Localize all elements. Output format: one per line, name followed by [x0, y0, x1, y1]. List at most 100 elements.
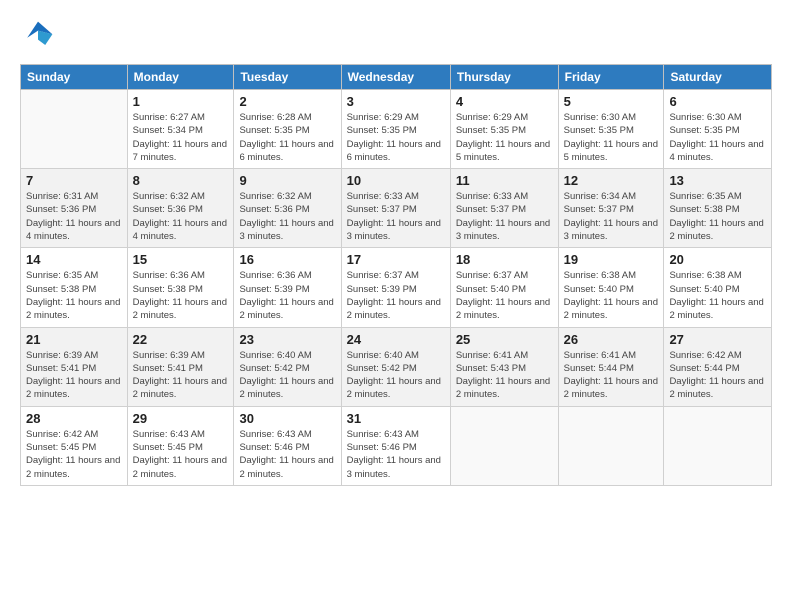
week-row-4: 21Sunrise: 6:39 AMSunset: 5:41 PMDayligh… — [21, 327, 772, 406]
col-header-tuesday: Tuesday — [234, 65, 341, 90]
day-info: Sunrise: 6:39 AMSunset: 5:41 PMDaylight:… — [133, 349, 229, 402]
sunrise-label: Sunrise: 6:40 AM — [239, 350, 311, 361]
daylight-label: Daylight: 11 hours and 2 minutes. — [133, 376, 227, 400]
header — [20, 18, 772, 54]
day-info: Sunrise: 6:34 AMSunset: 5:37 PMDaylight:… — [564, 190, 659, 243]
day-info: Sunrise: 6:40 AMSunset: 5:42 PMDaylight:… — [239, 349, 335, 402]
day-number: 18 — [456, 252, 553, 267]
day-number: 10 — [347, 173, 445, 188]
calendar-cell: 3 Sunrise: 6:29 AMSunset: 5:35 PMDaylight… — [341, 90, 450, 169]
sunset-label: Sunset: 5:45 PM — [133, 442, 203, 453]
calendar-cell: 7Sunrise: 6:31 AMSunset: 5:36 PMDaylight… — [21, 169, 128, 248]
sunrise-label: Sunrise: 6:28 AM — [239, 112, 311, 123]
day-info: Sunrise: 6:38 AMSunset: 5:40 PMDaylight:… — [669, 269, 766, 322]
sunrise-label: Sunrise: 6:42 AM — [26, 429, 98, 440]
sunset-label: Sunset: 5:46 PM — [239, 442, 309, 453]
sunrise-label: Sunrise: 6:32 AM — [239, 191, 311, 202]
calendar-cell: 27Sunrise: 6:42 AMSunset: 5:44 PMDayligh… — [664, 327, 772, 406]
sunrise-label: Sunrise: 6:38 AM — [669, 270, 741, 281]
sunrise-label: Sunrise: 6:39 AM — [133, 350, 205, 361]
calendar-cell: 15Sunrise: 6:36 AMSunset: 5:38 PMDayligh… — [127, 248, 234, 327]
col-header-thursday: Thursday — [450, 65, 558, 90]
calendar-header-row: SundayMondayTuesdayWednesdayThursdayFrid… — [21, 65, 772, 90]
day-info: Sunrise: 6:36 AMSunset: 5:39 PMDaylight:… — [239, 269, 335, 322]
day-number: 6 — [669, 94, 766, 109]
day-info: Sunrise: 6:33 AMSunset: 5:37 PMDaylight:… — [347, 190, 445, 243]
daylight-label: Daylight: 11 hours and 2 minutes. — [564, 297, 658, 321]
calendar-cell — [664, 406, 772, 485]
day-number: 23 — [239, 332, 335, 347]
sunset-label: Sunset: 5:37 PM — [564, 204, 634, 215]
calendar-cell: 30Sunrise: 6:43 AMSunset: 5:46 PMDayligh… — [234, 406, 341, 485]
calendar-cell: 22Sunrise: 6:39 AMSunset: 5:41 PMDayligh… — [127, 327, 234, 406]
calendar-cell: 2 Sunrise: 6:28 AM Sunset: 5:35 PM Daylight… — [234, 90, 341, 169]
sunset-label: Sunset: 5:42 PM — [239, 363, 309, 374]
sunrise-label: Sunrise: 6:37 AM — [456, 270, 528, 281]
sunrise-label: Sunrise: 6:34 AM — [564, 191, 636, 202]
sunrise-label: Sunrise: 6:38 AM — [564, 270, 636, 281]
page: SundayMondayTuesdayWednesdayThursdayFrid… — [0, 0, 792, 612]
day-info: Sunrise: 6:42 AM Sunset: 5:45 PM Daylight:… — [26, 428, 122, 481]
sunset-label: Sunset: 5:35 PM — [239, 125, 309, 136]
day-info: Sunrise: 6:29 AMSunset: 5:35 PMDaylight:… — [347, 111, 445, 164]
day-number: 19 — [564, 252, 659, 267]
col-header-wednesday: Wednesday — [341, 65, 450, 90]
sunset-label: Sunset: 5:38 PM — [669, 204, 739, 215]
day-info: Sunrise: 6:32 AMSunset: 5:36 PMDaylight:… — [239, 190, 335, 243]
day-number: 12 — [564, 173, 659, 188]
day-number: 27 — [669, 332, 766, 347]
sunrise-label: Sunrise: 6:35 AM — [669, 191, 741, 202]
sunrise-label: Sunrise: 6:43 AM — [347, 429, 419, 440]
calendar-cell: 1Sunrise: 6:27 AMSunset: 5:34 PMDaylight… — [127, 90, 234, 169]
calendar-cell: 23Sunrise: 6:40 AMSunset: 5:42 PMDayligh… — [234, 327, 341, 406]
day-number: 20 — [669, 252, 766, 267]
daylight-label: Daylight: 11 hours and 2 minutes. — [26, 455, 120, 479]
sunrise-label: Sunrise: 6:43 AM — [239, 429, 311, 440]
sunrise-label: Sunrise: 6:27 AM — [133, 112, 205, 123]
sunset-label: Sunset: 5:37 PM — [456, 204, 526, 215]
day-number: 24 — [347, 332, 445, 347]
day-info: Sunrise: 6:30 AMSunset: 5:35 PMDaylight:… — [564, 111, 659, 164]
sunset-label: Sunset: 5:45 PM — [26, 442, 96, 453]
sunset-label: Sunset: 5:35 PM — [669, 125, 739, 136]
sunset-label: Sunset: 5:38 PM — [133, 284, 203, 295]
calendar-cell — [21, 90, 128, 169]
day-number: 9 — [239, 173, 335, 188]
sunset-label: Sunset: 5:36 PM — [26, 204, 96, 215]
sunrise-label: Sunrise: 6:40 AM — [347, 350, 419, 361]
col-header-monday: Monday — [127, 65, 234, 90]
week-row-5: 28 Sunrise: 6:42 AM Sunset: 5:45 PM Dayligh… — [21, 406, 772, 485]
sunset-label: Sunset: 5:42 PM — [347, 363, 417, 374]
daylight-label: Daylight: 11 hours and 2 minutes. — [26, 376, 120, 400]
sunset-label: Sunset: 5:36 PM — [133, 204, 203, 215]
calendar-cell: 25 Sunrise: 6:41 AMSunset: 5:43 PMDayligh… — [450, 327, 558, 406]
day-number: 2 — [239, 94, 335, 109]
day-number: 25 — [456, 332, 553, 347]
daylight-label: Daylight: 11 hours and 2 minutes. — [669, 218, 763, 242]
sunset-label: Sunset: 5:35 PM — [564, 125, 634, 136]
day-number: 3 — [347, 94, 445, 109]
sunrise-label: Sunrise: 6:29 AM — [456, 112, 528, 123]
calendar-cell: 19 Sunrise: 6:38 AM Sunset: 5:40 PM Dayligh… — [558, 248, 664, 327]
calendar-cell: 13Sunrise: 6:35 AMSunset: 5:38 PMDayligh… — [664, 169, 772, 248]
sunset-label: Sunset: 5:40 PM — [564, 284, 634, 295]
day-info: Sunrise: 6:43 AMSunset: 5:46 PMDaylight:… — [239, 428, 335, 481]
daylight-label: Daylight: 11 hours and 7 minutes. — [133, 139, 227, 163]
week-row-2: 7Sunrise: 6:31 AMSunset: 5:36 PMDaylight… — [21, 169, 772, 248]
sunset-label: Sunset: 5:44 PM — [564, 363, 634, 374]
daylight-label: Daylight: 11 hours and 2 minutes. — [456, 297, 550, 321]
day-info: Sunrise: 6:41 AMSunset: 5:43 PMDaylight:… — [456, 349, 553, 402]
sunrise-label: Sunrise: 6:29 AM — [347, 112, 419, 123]
day-number: 26 — [564, 332, 659, 347]
daylight-label: Daylight: 11 hours and 3 minutes. — [347, 455, 441, 479]
calendar-cell: 28 Sunrise: 6:42 AM Sunset: 5:45 PM Dayligh… — [21, 406, 128, 485]
calendar-cell: 18Sunrise: 6:37 AMSunset: 5:40 PMDayligh… — [450, 248, 558, 327]
day-info: Sunrise: 6:30 AMSunset: 5:35 PMDaylight:… — [669, 111, 766, 164]
day-number: 28 — [26, 411, 122, 426]
sunset-label: Sunset: 5:41 PM — [26, 363, 96, 374]
daylight-label: Daylight: 11 hours and 2 minutes. — [347, 376, 441, 400]
sunrise-label: Sunrise: 6:41 AM — [564, 350, 636, 361]
day-info: Sunrise: 6:35 AM Sunset: 5:38 PM Daylight:… — [669, 190, 766, 243]
daylight-label: Daylight: 11 hours and 6 minutes. — [239, 139, 333, 163]
daylight-label: Daylight: 11 hours and 3 minutes. — [347, 218, 441, 242]
